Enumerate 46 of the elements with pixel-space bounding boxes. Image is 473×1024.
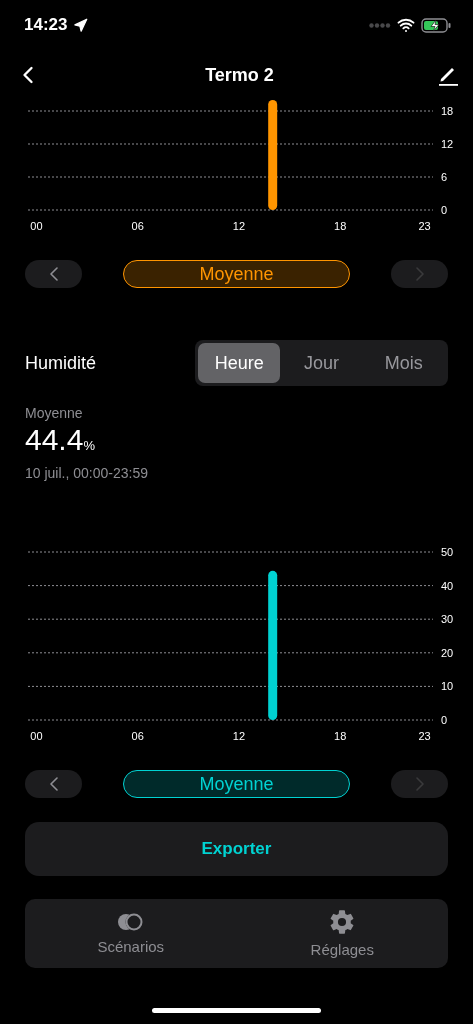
axis-label: 18 (334, 730, 347, 742)
overlapping-circles-icon (116, 912, 145, 932)
summary-label: Moyenne (25, 404, 83, 422)
axis-label: 0 (441, 714, 448, 726)
segment-tab[interactable]: Heure (198, 343, 281, 383)
location-arrow-icon (73, 17, 89, 33)
tab-item[interactable]: Scénarios (25, 899, 237, 968)
axis-label: 06 (131, 730, 144, 742)
axis-label: 00 (30, 220, 43, 232)
battery-icon (421, 17, 451, 33)
axis-label: 23 (418, 220, 431, 232)
axis-label: 30 (441, 613, 454, 626)
axis-label: 20 (441, 646, 454, 659)
signal-icon (369, 22, 391, 28)
axis-label: 40 (441, 579, 454, 592)
tab-item[interactable]: Réglages (236, 899, 448, 968)
wifi-icon (397, 16, 415, 34)
settings-icon (329, 909, 356, 935)
axis-label: 50 (441, 546, 454, 558)
axis-label: 12 (232, 730, 246, 742)
average-selector[interactable]: Moyenne (123, 260, 350, 288)
axis-label: 06 (131, 220, 144, 232)
average-selector[interactable]: Moyenne (123, 770, 350, 798)
chevron-right-icon (415, 267, 424, 281)
chevron-right-icon (415, 777, 424, 791)
status-time: 14:23 (24, 15, 68, 35)
axis-label: 23 (418, 730, 431, 742)
chevron-left-icon (49, 267, 58, 281)
section-title: Humidité (25, 352, 97, 374)
axis-label: 0 (441, 204, 448, 216)
axis-label: 12 (441, 138, 454, 150)
axis-label: 10 (441, 680, 454, 693)
axis-label: 18 (441, 105, 454, 117)
previous-button[interactable] (25, 260, 82, 288)
export-button[interactable]: Exporter (25, 822, 448, 876)
screen-title: Termo 2 (205, 64, 274, 86)
average-value: 44.4% (25, 422, 95, 458)
chevron-left-icon (49, 777, 58, 791)
axis-label: 12 (232, 220, 246, 232)
segment-tab[interactable]: Mois (362, 343, 445, 383)
date-range: 10 juil., 00:00-23:59 (25, 464, 148, 482)
previous-button[interactable] (25, 770, 82, 798)
axis-label: 18 (334, 220, 347, 232)
axis-label: 6 (441, 171, 448, 183)
axis-label: 00 (30, 730, 43, 742)
segment-tab[interactable]: Jour (280, 343, 363, 383)
